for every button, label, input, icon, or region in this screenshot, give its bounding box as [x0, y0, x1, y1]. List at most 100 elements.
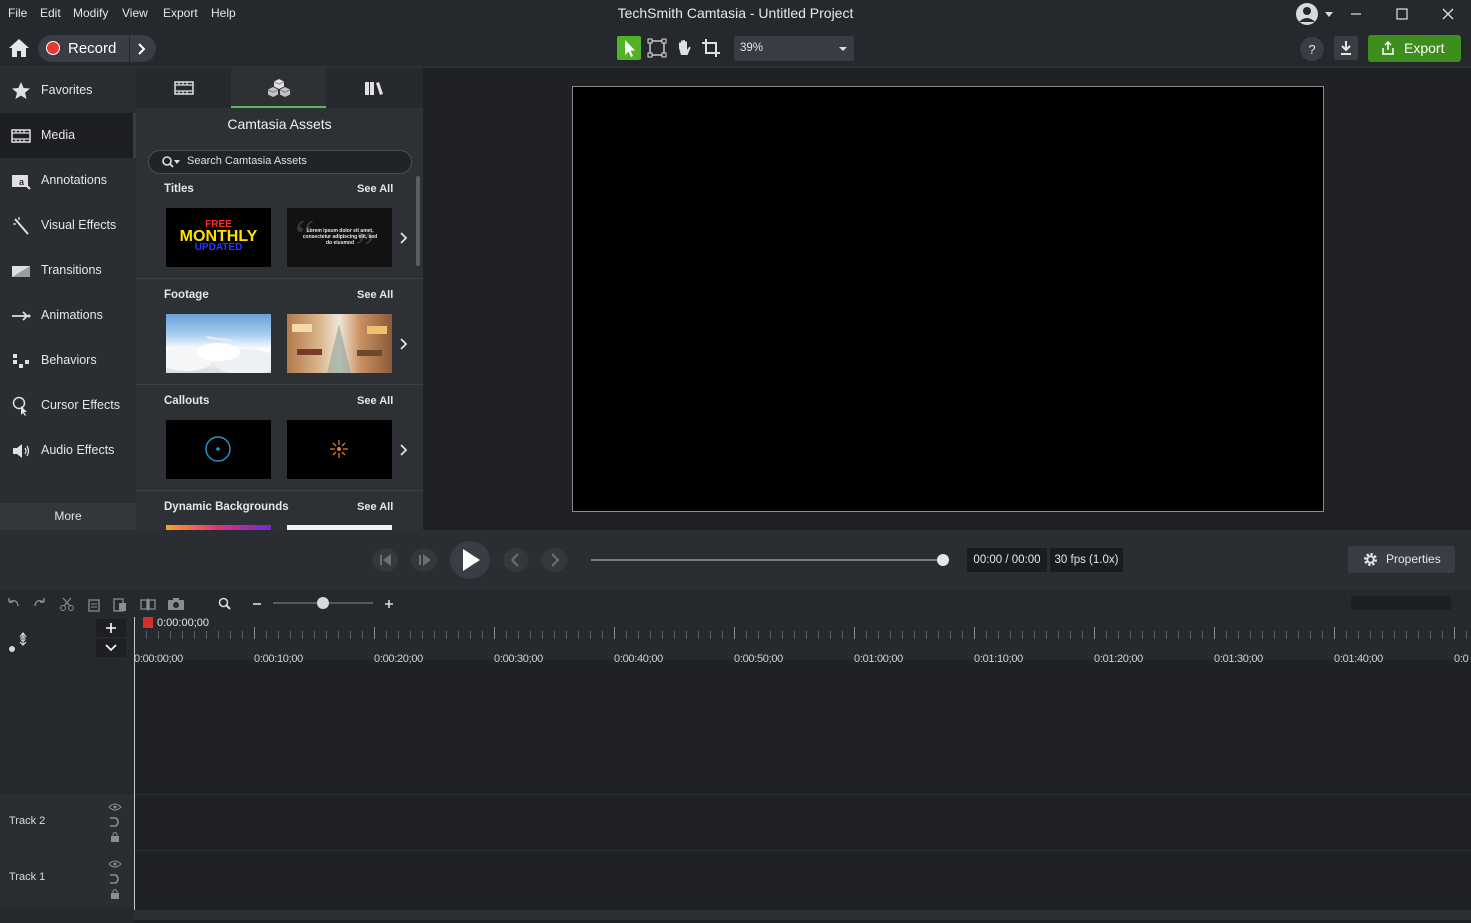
- sidebar-item-cursor-effects[interactable]: Cursor Effects: [0, 383, 136, 428]
- magnet-icon[interactable]: [108, 873, 122, 885]
- camera-icon[interactable]: [167, 596, 185, 612]
- assets-panel: Camtasia Assets Titles See All FREE MONT…: [136, 68, 423, 530]
- crop-tool-button[interactable]: [699, 36, 723, 60]
- undo-icon[interactable]: [5, 596, 21, 612]
- chevron-right-icon[interactable]: [398, 231, 410, 245]
- zoom-in-icon[interactable]: [382, 596, 396, 612]
- chevron-down-icon: [105, 644, 117, 652]
- title-thumbnail-monthly[interactable]: FREE MONTHLY UPDATED: [166, 208, 271, 267]
- edit-tool-button[interactable]: [645, 36, 669, 60]
- fps-dropdown[interactable]: 30 fps (1.0x): [1050, 548, 1123, 572]
- play-button[interactable]: [450, 541, 490, 579]
- magnet-icon[interactable]: [108, 816, 122, 828]
- timeline-ruler[interactable]: [134, 617, 1471, 660]
- copy-icon[interactable]: [86, 596, 102, 612]
- canvas[interactable]: [572, 86, 1324, 512]
- export-button[interactable]: Export: [1368, 35, 1461, 62]
- lock-icon[interactable]: [109, 888, 121, 900]
- search-input[interactable]: [185, 154, 409, 168]
- playback-scrubber-track[interactable]: [591, 559, 943, 561]
- next-frame-button[interactable]: [411, 548, 437, 572]
- track-label: Track 1: [9, 871, 46, 883]
- pan-tool-button[interactable]: [672, 36, 696, 60]
- sidebar-item-annotations[interactable]: a Annotations: [0, 158, 136, 203]
- eye-icon[interactable]: [108, 802, 122, 812]
- see-all-dynamic-backgrounds-link[interactable]: See All: [357, 501, 393, 513]
- more-button[interactable]: More: [0, 503, 136, 530]
- record-icon: [46, 41, 60, 55]
- redo-icon[interactable]: [32, 596, 48, 612]
- timeline-horizontal-scrollbar[interactable]: [134, 910, 1471, 920]
- step-back-icon: [380, 554, 391, 566]
- chevron-right-icon[interactable]: [398, 337, 410, 351]
- add-track-button[interactable]: [96, 619, 126, 637]
- track-header-track-2[interactable]: Track 2: [0, 794, 134, 850]
- sidebar-item-transitions[interactable]: Transitions: [0, 248, 136, 293]
- account-button[interactable]: [1295, 2, 1333, 26]
- sidebar-item-visual-effects[interactable]: Visual Effects: [0, 203, 136, 248]
- zoom-value: 39%: [740, 42, 764, 54]
- ruler-label: 0:00:40;00: [614, 653, 663, 665]
- maximize-button[interactable]: [1392, 4, 1412, 24]
- zoom-out-icon[interactable]: [250, 596, 264, 612]
- transform-icon: [647, 38, 667, 58]
- tab-media-bin[interactable]: [136, 68, 231, 108]
- chevron-right-icon[interactable]: [398, 443, 410, 457]
- track-header-track-1[interactable]: Track 1: [0, 851, 134, 907]
- search-field[interactable]: [148, 150, 412, 174]
- cursor-effect-icon: [12, 396, 27, 416]
- assets-panel-title: Camtasia Assets: [227, 116, 332, 132]
- callout-thumbnail-circle[interactable]: [166, 420, 271, 479]
- sidebar-item-behaviors[interactable]: Behaviors: [0, 338, 136, 383]
- footage-thumbnail-clouds[interactable]: [166, 314, 271, 373]
- behaviors-icon: [13, 354, 29, 368]
- timeline-zoom-handle[interactable]: [317, 597, 329, 609]
- playhead-handle[interactable]: [143, 617, 153, 628]
- step-forward-icon: [419, 554, 431, 566]
- sidebar-item-favorites[interactable]: Favorites: [0, 68, 136, 113]
- timeline-tracks[interactable]: [134, 660, 1471, 923]
- sidebar-item-media[interactable]: Media: [0, 113, 136, 158]
- home-button[interactable]: [7, 37, 31, 59]
- eye-icon[interactable]: [108, 859, 122, 869]
- minimize-button[interactable]: [1346, 4, 1366, 24]
- split-icon[interactable]: [140, 596, 156, 612]
- properties-button[interactable]: Properties: [1348, 546, 1455, 573]
- svg-text:?: ?: [1308, 42, 1315, 57]
- record-button[interactable]: Record: [38, 35, 156, 62]
- see-all-titles-link[interactable]: See All: [357, 183, 393, 195]
- next-marker-button[interactable]: [541, 548, 567, 572]
- callout-thumbnail-burst[interactable]: [287, 420, 392, 479]
- timeline-search-box[interactable]: [1351, 596, 1451, 610]
- tab-camtasia-assets[interactable]: [231, 68, 326, 108]
- lock-icon[interactable]: [109, 831, 121, 843]
- zoom-icon[interactable]: [217, 596, 233, 612]
- help-button[interactable]: ?: [1300, 37, 1324, 61]
- see-all-callouts-link[interactable]: See All: [357, 395, 393, 407]
- footage-thumbnail-mall[interactable]: [287, 314, 392, 373]
- hand-icon: [679, 39, 691, 55]
- window-title: TechSmith Camtasia - Untitled Project: [617, 5, 854, 21]
- paste-icon[interactable]: [112, 596, 128, 612]
- select-tool-button[interactable]: [617, 36, 641, 60]
- ruler-label: 0:01:30;00: [1214, 653, 1263, 665]
- previous-marker-button[interactable]: [503, 548, 529, 572]
- sidebar-item-animations[interactable]: Animations: [0, 293, 136, 338]
- cut-icon[interactable]: [59, 596, 75, 612]
- record-options-button[interactable]: [134, 41, 150, 57]
- track-options-button[interactable]: [96, 639, 126, 657]
- sidebar-item-audio-effects[interactable]: Audio Effects: [0, 428, 136, 473]
- zoom-dropdown[interactable]: 39%: [734, 36, 854, 61]
- title-thumbnail-quote[interactable]: “” Lorem ipsum dolor sit amet, consectet…: [287, 208, 392, 267]
- tab-library[interactable]: [326, 68, 423, 108]
- gear-icon: [1364, 553, 1377, 566]
- download-button[interactable]: [1334, 36, 1358, 60]
- ruler-label: 0:00:20;00: [374, 653, 423, 665]
- close-button[interactable]: [1438, 4, 1458, 24]
- previous-frame-button[interactable]: [372, 548, 398, 572]
- magnet-snap-icon[interactable]: [6, 625, 32, 655]
- assets-scrollbar[interactable]: [416, 176, 420, 266]
- see-all-footage-link[interactable]: See All: [357, 289, 393, 301]
- timeline-toolbar: [0, 590, 1471, 617]
- playback-scrubber-handle[interactable]: [937, 554, 949, 566]
